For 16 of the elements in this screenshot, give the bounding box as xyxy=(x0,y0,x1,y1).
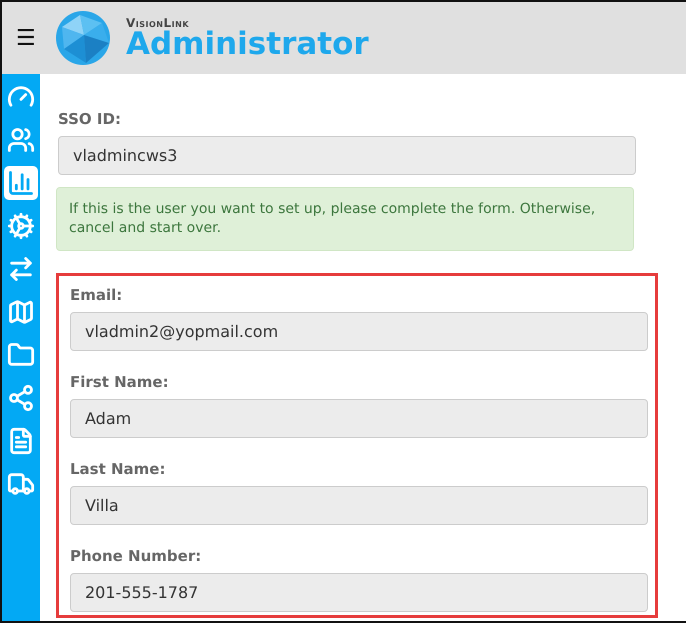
input-field[interactable]: 201-555-1787 xyxy=(70,573,648,612)
input-field[interactable]: vladmin2@yopmail.com xyxy=(70,312,648,351)
logo-icon xyxy=(54,9,112,67)
brand-name: VisionLink xyxy=(126,16,190,28)
field-label: Last Name: xyxy=(70,460,166,478)
input-field[interactable]: Adam xyxy=(70,399,648,438)
field-label: SSO ID: xyxy=(58,110,122,128)
input-field[interactable]: vladmincws3 xyxy=(58,136,636,175)
app-title: Administrator xyxy=(126,28,369,60)
input-field[interactable]: Villa xyxy=(70,486,648,525)
field-label: Phone Number: xyxy=(70,547,202,565)
menu-icon[interactable]: ☰ xyxy=(16,26,40,50)
field-label: Email: xyxy=(70,286,124,304)
field-label: First Name: xyxy=(70,373,170,391)
info-message: If this is the user you want to set up, please complete the form. Otherwise, cancel and start over. xyxy=(56,187,634,251)
chart-icon[interactable] xyxy=(4,166,38,200)
